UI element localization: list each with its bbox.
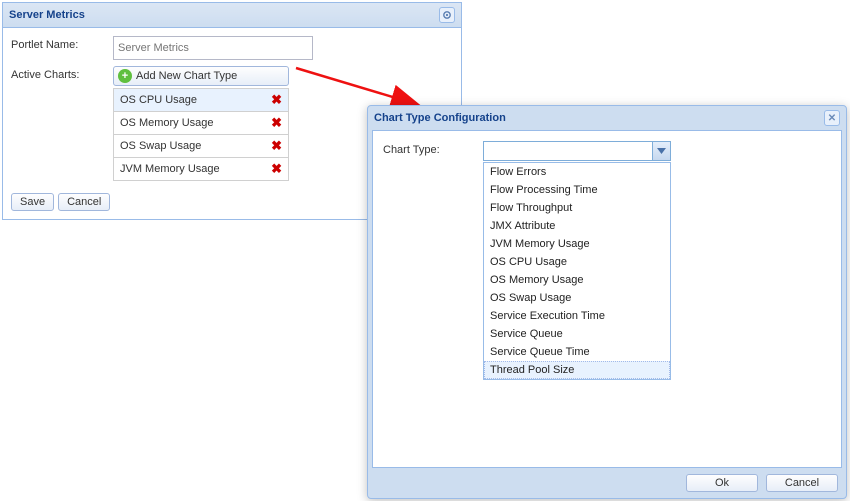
chart-type-label: Chart Type: (383, 141, 483, 156)
combo-option[interactable]: Service Execution Time (484, 307, 670, 325)
dialog-cancel-button[interactable]: Cancel (766, 474, 838, 492)
chart-type-input[interactable] (483, 141, 671, 161)
chevron-down-icon[interactable] (652, 142, 670, 160)
remove-icon[interactable]: ✖ (271, 92, 282, 108)
dialog-title: Chart Type Configuration (374, 112, 506, 124)
combo-option[interactable]: Thread Pool Size (484, 361, 670, 379)
dialog-body: Chart Type: Flow ErrorsFlow Processing T… (372, 130, 842, 468)
save-button[interactable]: Save (11, 193, 54, 211)
ok-button[interactable]: Ok (686, 474, 758, 492)
remove-icon[interactable]: ✖ (271, 115, 282, 131)
chart-item-label: OS CPU Usage (120, 94, 197, 106)
portlet-name-label: Portlet Name: (11, 36, 113, 51)
combo-option[interactable]: Flow Throughput (484, 199, 670, 217)
chart-item-label: OS Swap Usage (120, 140, 201, 152)
chart-item[interactable]: OS CPU Usage ✖ (113, 88, 289, 112)
combo-option[interactable]: OS Swap Usage (484, 289, 670, 307)
chart-type-combo[interactable]: Flow ErrorsFlow Processing TimeFlow Thro… (483, 141, 671, 161)
active-charts-label: Active Charts: (11, 66, 113, 81)
combo-option[interactable]: Flow Errors (484, 163, 670, 181)
combo-option[interactable]: JVM Memory Usage (484, 235, 670, 253)
dialog-header: Chart Type Configuration ✕ (368, 106, 846, 130)
combo-option[interactable]: Service Queue Time (484, 343, 670, 361)
chart-type-dropdown-list: Flow ErrorsFlow Processing TimeFlow Thro… (483, 162, 671, 380)
panel-header: Server Metrics (3, 3, 461, 28)
chart-item[interactable]: OS Swap Usage ✖ (113, 135, 289, 158)
add-new-chart-type-button[interactable]: + Add New Chart Type (113, 66, 289, 86)
remove-icon[interactable]: ✖ (271, 138, 282, 154)
portlet-name-input[interactable] (113, 36, 313, 60)
close-icon[interactable]: ✕ (824, 110, 840, 126)
add-new-chart-type-label: Add New Chart Type (136, 70, 237, 82)
plus-icon: + (118, 69, 132, 83)
gear-icon[interactable] (439, 7, 455, 23)
combo-option[interactable]: Service Queue (484, 325, 670, 343)
chart-type-config-dialog: Chart Type Configuration ✕ Chart Type: F… (367, 105, 847, 499)
chart-item[interactable]: JVM Memory Usage ✖ (113, 158, 289, 181)
cancel-button[interactable]: Cancel (58, 193, 110, 211)
chart-item-label: OS Memory Usage (120, 117, 214, 129)
active-charts-list: OS CPU Usage ✖ OS Memory Usage ✖ OS Swap… (113, 88, 293, 181)
dialog-footer: Ok Cancel (368, 468, 846, 498)
panel-title: Server Metrics (9, 9, 85, 21)
combo-option[interactable]: Flow Processing Time (484, 181, 670, 199)
combo-option[interactable]: JMX Attribute (484, 217, 670, 235)
combo-option[interactable]: OS CPU Usage (484, 253, 670, 271)
remove-icon[interactable]: ✖ (271, 161, 282, 177)
chart-item-label: JVM Memory Usage (120, 163, 220, 175)
chart-item[interactable]: OS Memory Usage ✖ (113, 112, 289, 135)
combo-option[interactable]: OS Memory Usage (484, 271, 670, 289)
